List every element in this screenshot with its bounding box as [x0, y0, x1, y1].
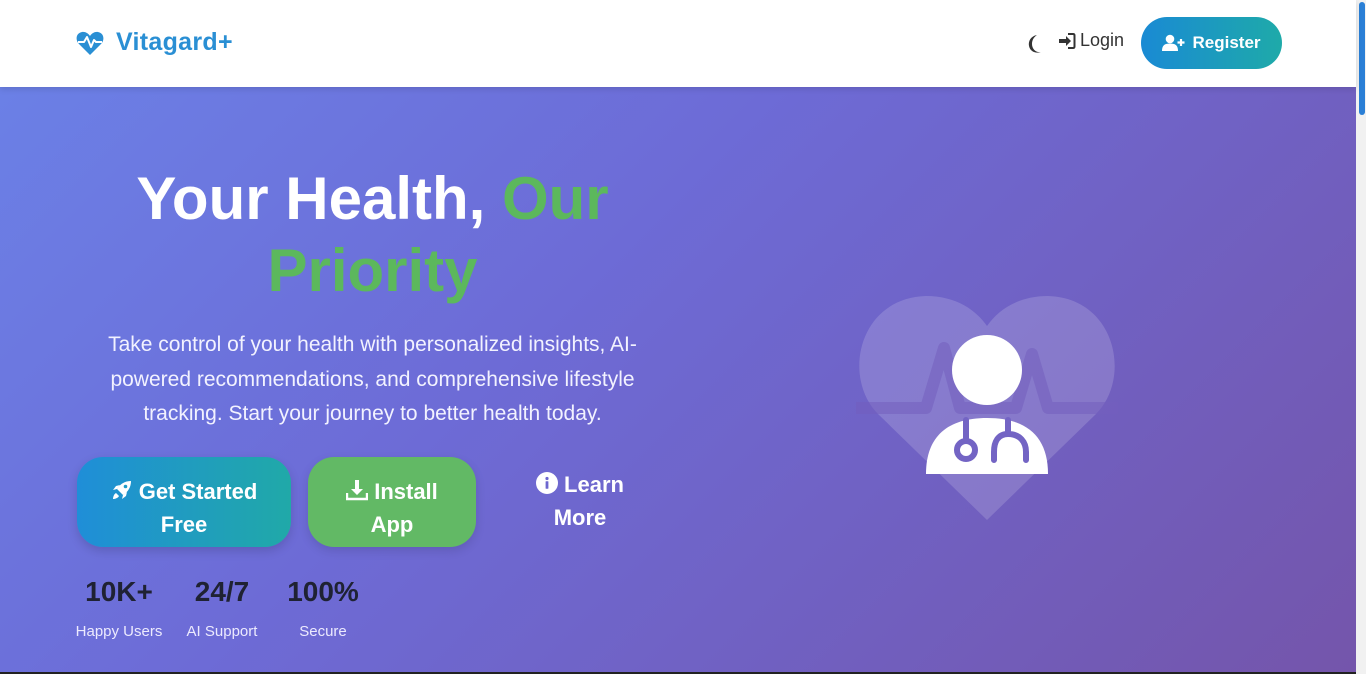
- install-line2: App: [370, 511, 414, 537]
- learn-more-line1: Learn: [564, 472, 624, 497]
- brand-logo[interactable]: Vitagard+: [76, 28, 233, 57]
- hero-section: Your Health, Our Priority Take control o…: [0, 87, 1356, 672]
- stat-label: Happy Users: [75, 623, 163, 640]
- rocket-icon: [112, 480, 131, 499]
- register-label: Register: [1192, 33, 1261, 52]
- register-button[interactable]: Register: [1141, 17, 1282, 69]
- learn-more-line2: More: [553, 505, 607, 530]
- heart-pulse-icon: [76, 31, 104, 55]
- top-navbar: Vitagard+ Login Register: [0, 0, 1356, 87]
- get-started-line2: Free: [160, 511, 208, 537]
- headline-main: Your Health,: [136, 165, 486, 232]
- stat-value: 10K+: [85, 576, 153, 607]
- stat-users: 10K+ Happy Users: [72, 575, 166, 640]
- get-started-button[interactable]: Get Started Free: [77, 457, 291, 547]
- stat-label: AI Support: [186, 623, 258, 640]
- stat-value: 100%: [287, 576, 359, 607]
- login-label: Login: [1080, 30, 1125, 50]
- stat-secure: 100% Secure: [280, 575, 366, 640]
- user-plus-icon: [1162, 34, 1185, 51]
- brand-name: Vitagard+: [116, 28, 233, 56]
- scrollbar-thumb[interactable]: [1359, 2, 1365, 115]
- moon-icon: [1028, 35, 1041, 53]
- theme-toggle-button[interactable]: [1024, 33, 1044, 55]
- install-app-button[interactable]: Install App: [308, 457, 476, 547]
- hero-description: Take control of your health with persona…: [108, 333, 637, 425]
- hero-headline: Your Health, Our Priority: [70, 163, 675, 307]
- info-circle-icon: [536, 472, 559, 494]
- install-line1: Install: [374, 478, 438, 504]
- stat-label: Secure: [299, 623, 347, 640]
- stat-value: 24/7: [194, 576, 250, 607]
- download-icon: [346, 479, 369, 500]
- login-link[interactable]: Login: [1058, 30, 1124, 51]
- sign-in-icon: [1059, 32, 1076, 49]
- doctor-heart-icon: [856, 296, 1118, 520]
- stat-support: 24/7 AI Support: [180, 575, 264, 640]
- learn-more-link[interactable]: Learn More: [500, 457, 660, 547]
- get-started-line1: Get Started: [138, 478, 258, 504]
